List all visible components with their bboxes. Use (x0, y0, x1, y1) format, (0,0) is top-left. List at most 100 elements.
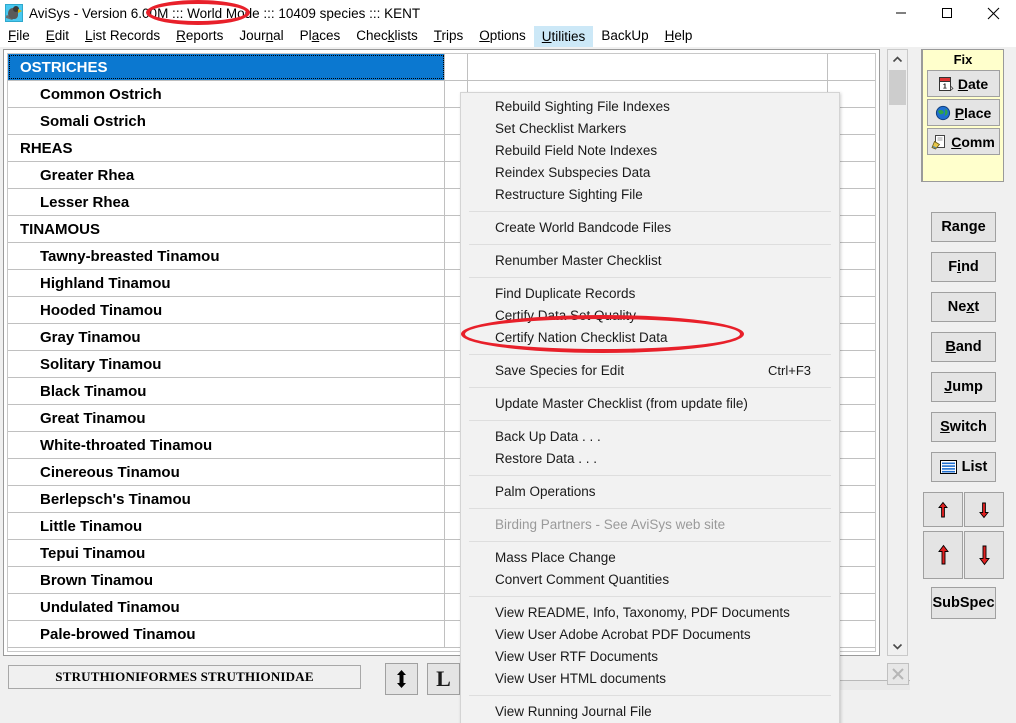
menu-item[interactable]: Set Checklist Markers (461, 118, 839, 140)
menu-separator (469, 596, 831, 597)
menu-item[interactable]: Save Species for Edit Ctrl+F3 (461, 360, 839, 382)
maximize-button[interactable] (924, 0, 970, 26)
arrow-up-large-button[interactable] (923, 531, 963, 579)
menu-file[interactable]: File (0, 26, 38, 47)
title-bar: AviSys - Version 6.00M ::: World Mode ::… (0, 0, 1016, 26)
note-pencil-icon (931, 134, 947, 150)
menu-item[interactable]: Certify Data Set Quality (461, 305, 839, 327)
menu-backup[interactable]: BackUp (593, 26, 656, 47)
species-name-label: Lesser Rhea (8, 189, 445, 215)
species-group-label: RHEAS (8, 135, 445, 161)
menu-separator (469, 277, 831, 278)
subspec-button[interactable]: SubSpec (931, 587, 996, 619)
menu-edit[interactable]: Edit (38, 26, 77, 47)
menu-help[interactable]: Help (657, 26, 701, 47)
fix-date-button[interactable]: 1 Date (926, 70, 1000, 97)
close-button[interactable] (970, 0, 1016, 26)
menu-item[interactable]: Renumber Master Checklist (461, 250, 839, 272)
species-name-label: Somali Ostrich (8, 108, 445, 134)
menu-file-label-rest: ile (16, 28, 30, 43)
menu-item-label: View README, Info, Taxonomy, PDF Documen… (495, 605, 790, 620)
menu-item[interactable]: Create World Bandcode Files (461, 217, 839, 239)
fix-comm-label: Comm (951, 133, 995, 150)
jump-button[interactable]: Jump (931, 372, 996, 402)
species-name-label: Highland Tinamou (8, 270, 445, 296)
table-cell-4[interactable] (828, 54, 875, 80)
minimize-button[interactable] (878, 0, 924, 26)
menu-item-label: Set Checklist Markers (495, 121, 627, 136)
menu-item[interactable]: Back Up Data . . . (461, 426, 839, 448)
menu-item[interactable]: View User Adobe Acrobat PDF Documents (461, 624, 839, 646)
grid-vertical-scrollbar[interactable] (887, 49, 908, 656)
menu-separator (469, 354, 831, 355)
arrow-up-icon (937, 544, 949, 565)
menu-item[interactable]: Find Duplicate Records (461, 283, 839, 305)
fix-panel: Fix 1 Date Place Comm (921, 49, 1004, 182)
species-group-label: OSTRICHES (8, 54, 445, 80)
menu-options[interactable]: Options (471, 26, 534, 47)
fix-place-button[interactable]: Place (926, 99, 1000, 126)
menu-item-label: View Running Journal File (495, 704, 652, 719)
utilities-dropdown-menu: Rebuild Sighting File Indexes Set Checkli… (460, 92, 840, 723)
menu-item[interactable]: Update Master Checklist (from update fil… (461, 393, 839, 415)
species-name-label: Hooded Tinamou (8, 297, 445, 323)
switch-button[interactable]: Switch (931, 412, 996, 442)
species-name-label: Cinereous Tinamou (8, 459, 445, 485)
arrow-down-small-button[interactable] (964, 492, 1004, 527)
arrow-down-large-button[interactable] (964, 531, 1004, 579)
table-cell-3[interactable] (468, 54, 828, 80)
arrow-up-small-button[interactable] (923, 492, 963, 527)
menu-item[interactable]: View User HTML documents (461, 668, 839, 690)
scrollbar-thumb[interactable] (889, 70, 906, 105)
chevron-down-icon[interactable] (888, 636, 907, 655)
menu-item[interactable]: View Running Journal File (461, 701, 839, 723)
menu-checklists[interactable]: Checklists (348, 26, 426, 47)
menu-reports[interactable]: Reports (168, 26, 231, 47)
menu-item[interactable]: Palm Operations (461, 481, 839, 503)
application-window: AviSys - Version 6.00M ::: World Mode ::… (0, 0, 1016, 723)
menu-utilities[interactable]: Utilities (533, 25, 594, 48)
menu-trips[interactable]: Trips (426, 26, 472, 47)
menu-separator (469, 541, 831, 542)
subspec-label: SubSpec (932, 595, 995, 611)
list-letter-button[interactable]: L (427, 663, 460, 695)
chevron-up-icon[interactable] (888, 50, 907, 69)
menu-list-records[interactable]: List Records (77, 26, 168, 47)
menu-item[interactable]: Rebuild Sighting File Indexes (461, 96, 839, 118)
menu-item[interactable]: Certify Nation Checklist Data (461, 327, 839, 349)
range-button[interactable]: Range (931, 212, 996, 242)
species-name-label: Common Ostrich (8, 81, 445, 107)
menu-item[interactable]: Mass Place Change (461, 547, 839, 569)
menu-item[interactable]: View User RTF Documents (461, 646, 839, 668)
menu-item-label: Rebuild Sighting File Indexes (495, 99, 670, 114)
band-button[interactable]: Band (931, 332, 996, 362)
menu-item-label: Create World Bandcode Files (495, 220, 672, 235)
menu-item[interactable]: Reindex Subspecies Data (461, 162, 839, 184)
menu-places[interactable]: Places (292, 26, 349, 47)
menu-item-accelerator: Ctrl+F3 (768, 363, 811, 378)
menu-item-label: Convert Comment Quantities (495, 572, 670, 587)
fix-place-label: Place (954, 104, 992, 121)
menu-item[interactable]: Convert Comment Quantities (461, 569, 839, 591)
table-row[interactable]: OSTRICHES (8, 54, 875, 81)
menu-journal[interactable]: Journal (231, 26, 291, 47)
menu-item[interactable]: View README, Info, Taxonomy, PDF Documen… (461, 602, 839, 624)
species-name-label: Great Tinamou (8, 405, 445, 431)
menu-item-label: View User Adobe Acrobat PDF Documents (495, 627, 751, 642)
menu-item-label: Rebuild Field Note Indexes (495, 143, 658, 158)
table-cell-2[interactable] (445, 54, 468, 80)
fix-comm-button[interactable]: Comm (926, 128, 1000, 155)
list-button[interactable]: List (931, 452, 996, 482)
fix-panel-title: Fix (953, 52, 973, 67)
next-button[interactable]: Next (931, 292, 996, 322)
menu-item-label: View User HTML documents (495, 671, 667, 686)
menu-item[interactable]: Rebuild Field Note Indexes (461, 140, 839, 162)
find-button[interactable]: Find (931, 252, 996, 282)
menu-item[interactable]: Restructure Sighting File (461, 184, 839, 206)
species-group-label: TINAMOUS (8, 216, 445, 242)
menu-item[interactable]: Restore Data . . . (461, 448, 839, 470)
resize-grip[interactable] (887, 663, 909, 685)
menu-item-label: Certify Nation Checklist Data (495, 330, 668, 345)
updown-arrows-button[interactable] (385, 663, 418, 695)
menu-item: Birding Partners - See AviSys web site (461, 514, 839, 536)
